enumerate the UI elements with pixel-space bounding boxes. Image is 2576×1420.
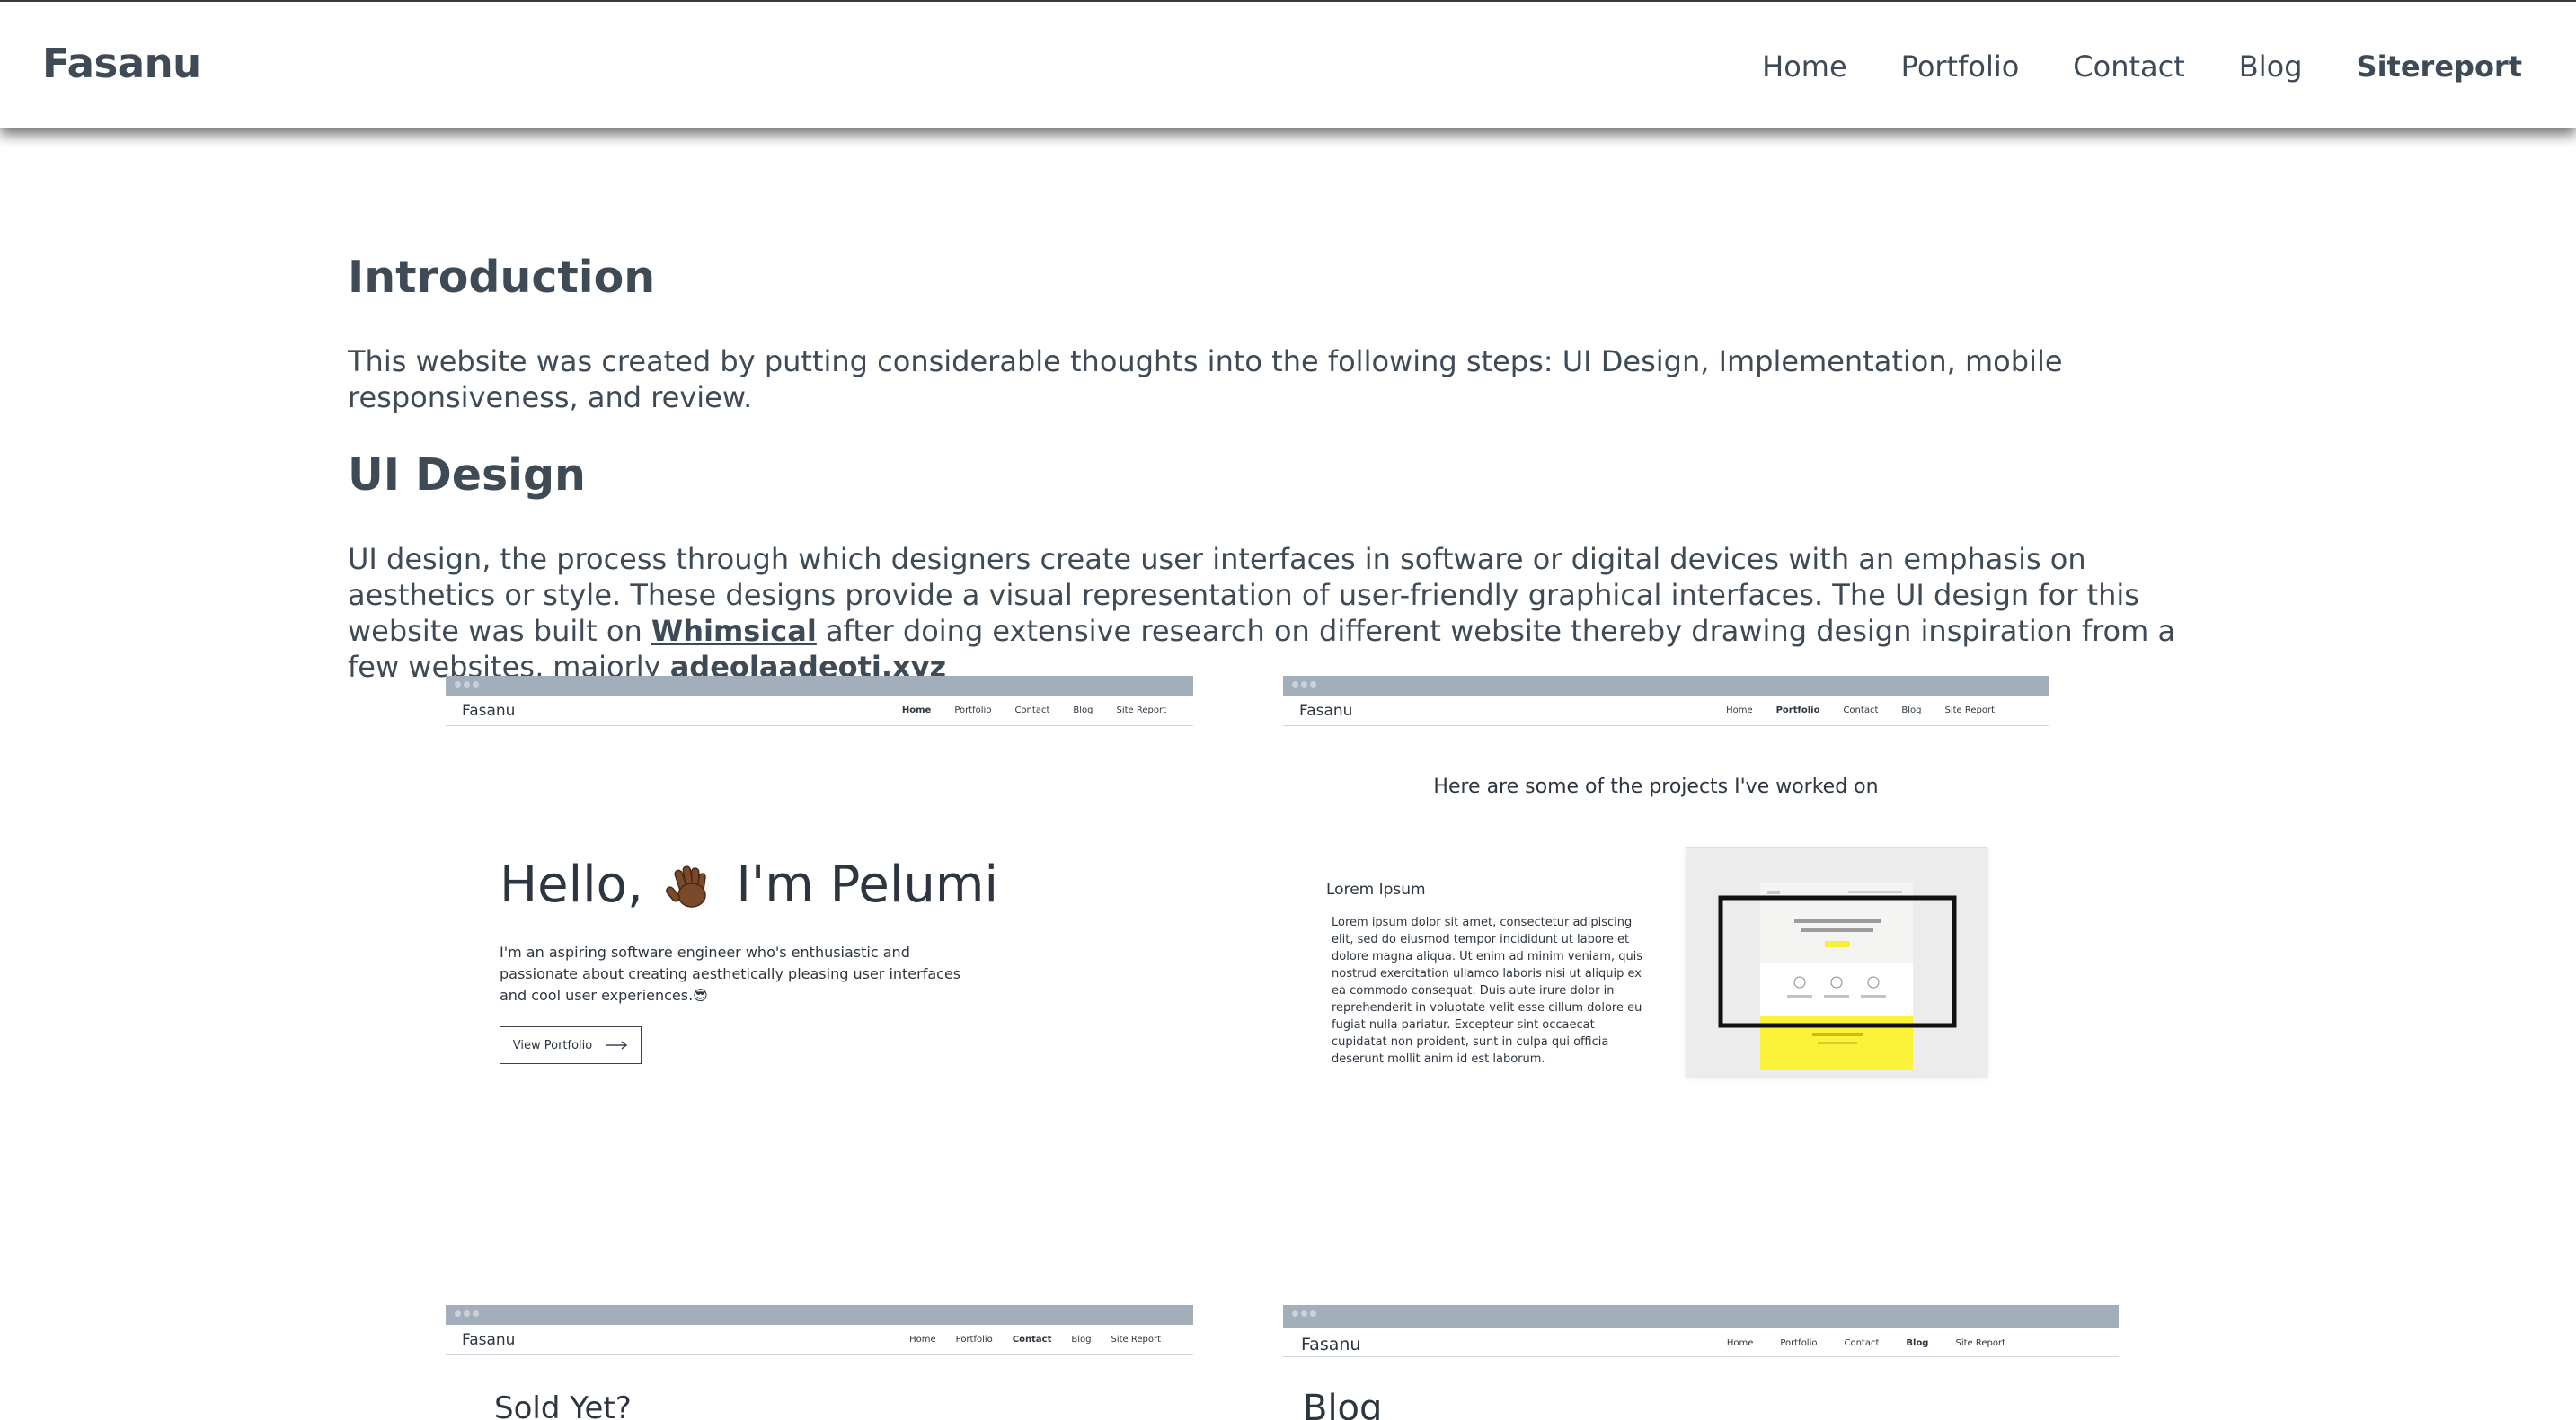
- arrow-right-icon: [606, 1041, 628, 1050]
- hero-greeting-hello: Hello,: [500, 856, 643, 914]
- mockup-nav-contact: Contact: [1844, 1338, 1880, 1348]
- browser-chrome: [446, 676, 1193, 696]
- site-header: Fasanu Home Portfolio Contact Blog Siter…: [0, 0, 2576, 128]
- browser-chrome: [1283, 676, 2049, 696]
- hero-greeting-name: I'm Pelumi: [736, 856, 999, 914]
- mockup-nav: Fasanu Home Portfolio Contact Blog Site …: [446, 696, 1193, 726]
- blog-heading: Blog: [1303, 1388, 1383, 1420]
- mockup-nav-portfolio: Portfolio: [1780, 1338, 1818, 1348]
- mockup-nav: Fasanu Home Portfolio Contact Blog Site …: [1283, 696, 2049, 726]
- nav-home[interactable]: Home: [1762, 49, 1847, 84]
- introduction-heading: Introduction: [348, 252, 656, 303]
- mockup-brand: Fasanu: [1301, 1335, 1361, 1354]
- waving-hand-icon: [665, 865, 706, 908]
- main-nav: Home Portfolio Contact Blog Sitereport: [1762, 49, 2522, 84]
- mockup-nav-portfolio: Portfolio: [955, 1335, 993, 1345]
- mockup-nav: Fasanu Home Portfolio Contact Blog Site …: [446, 1325, 1193, 1355]
- mockup-nav-contact: Contact: [1014, 706, 1050, 715]
- mockup-nav-contact: Contact: [1012, 1335, 1052, 1345]
- mockup-nav-blog: Blog: [1073, 706, 1093, 715]
- whimsical-link[interactable]: Whimsical: [651, 614, 817, 648]
- nav-blog[interactable]: Blog: [2239, 49, 2303, 84]
- mockup-nav-blog: Blog: [1071, 1335, 1092, 1345]
- browser-chrome: [1283, 1305, 2119, 1328]
- mockup-nav-links: Home Portfolio Contact Blog Site Report: [1726, 706, 1995, 715]
- browser-chrome: [446, 1305, 1193, 1325]
- window-dots-icon: [455, 681, 479, 688]
- nav-portfolio[interactable]: Portfolio: [1901, 49, 2020, 84]
- ui-design-heading: UI Design: [348, 449, 586, 501]
- view-portfolio-button[interactable]: View Portfolio: [500, 1026, 642, 1064]
- mockup-brand: Fasanu: [462, 702, 516, 720]
- project-preview-image: [1686, 848, 1988, 1078]
- mockup-nav-portfolio: Portfolio: [954, 706, 992, 715]
- mockup-nav-site-report: Site Report: [1116, 706, 1166, 715]
- mockup-nav-contact: Contact: [1843, 706, 1879, 715]
- home-page-mockup: Fasanu Home Portfolio Contact Blog Site …: [446, 676, 1193, 1143]
- hero-intro-text: I'm an aspiring software engineer who's …: [500, 944, 961, 1004]
- mockup-nav-site-report: Site Report: [1955, 1338, 2005, 1348]
- mockup-brand: Fasanu: [1299, 702, 1353, 720]
- mockup-nav-site-report: Site Report: [1111, 1335, 1161, 1345]
- hero-greeting: Hello, I'm Pelumi: [500, 856, 998, 914]
- contact-heading: Sold Yet?: [494, 1390, 632, 1420]
- view-portfolio-label: View Portfolio: [512, 1038, 593, 1052]
- mockup-nav-home: Home: [909, 1335, 936, 1345]
- mockup-nav-home: Home: [901, 706, 932, 715]
- site-logo[interactable]: Fasanu: [42, 40, 201, 87]
- contact-page-mockup: Fasanu Home Portfolio Contact Blog Site …: [446, 1305, 1193, 1420]
- blog-page-mockup: Fasanu Home Portfolio Contact Blog Site …: [1283, 1305, 2119, 1420]
- mockup-brand: Fasanu: [462, 1331, 516, 1349]
- mockup-nav-portfolio: Portfolio: [1775, 706, 1820, 715]
- portfolio-page-mockup: Fasanu Home Portfolio Contact Blog Site …: [1283, 676, 2049, 1143]
- mockup-nav-home: Home: [1726, 706, 1753, 715]
- window-dots-icon: [455, 1310, 479, 1317]
- mockup-nav: Fasanu Home Portfolio Contact Blog Site …: [1283, 1328, 2119, 1357]
- mockup-nav-home: Home: [1726, 1338, 1754, 1348]
- mockup-nav-blog: Blog: [1906, 1338, 1929, 1348]
- project-thumbnail: [1686, 847, 1988, 1078]
- mockup-nav-site-report: Site Report: [1944, 706, 1995, 715]
- window-dots-icon: [1292, 681, 1316, 688]
- portfolio-title: Here are some of the projects I've worke…: [1433, 776, 1879, 798]
- introduction-text: This website was created by putting cons…: [348, 344, 2063, 414]
- window-dots-icon: [1292, 1310, 1316, 1317]
- mockup-nav-blog: Blog: [1901, 706, 1922, 715]
- ui-design-text: UI design, the process through which des…: [348, 541, 2217, 685]
- nav-contact[interactable]: Contact: [2073, 49, 2185, 84]
- project-description: Lorem ipsum dolor sit amet, consectetur …: [1332, 916, 1643, 1066]
- mockup-nav-links: Home Portfolio Contact Blog Site Report: [909, 1335, 1161, 1345]
- mockup-nav-links: Home Portfolio Contact Blog Site Report: [1727, 1338, 2005, 1348]
- nav-sitereport[interactable]: Sitereport: [2357, 49, 2522, 84]
- mockup-nav-links: Home Portfolio Contact Blog Site Report: [902, 706, 1166, 715]
- project-title: Lorem Ipsum: [1326, 881, 1426, 899]
